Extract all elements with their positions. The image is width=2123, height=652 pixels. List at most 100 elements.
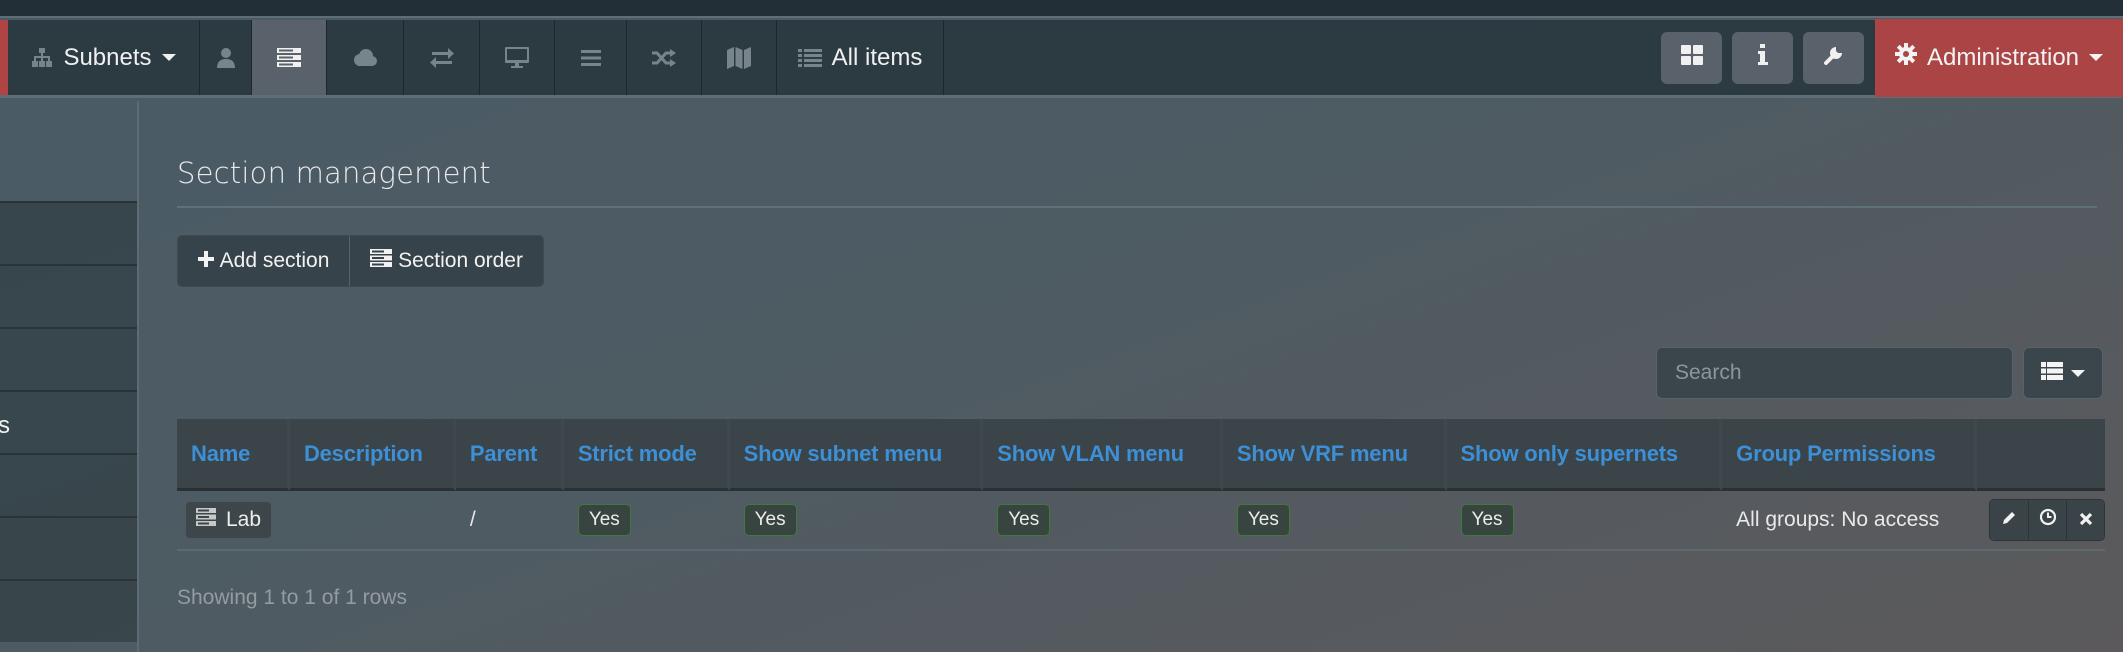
nav-right-tools: Administration [1661, 18, 2123, 97]
sidebar-header [0, 101, 137, 201]
status-badge: Yes [997, 504, 1051, 536]
clock-icon [2039, 508, 2057, 532]
server-icon [370, 249, 393, 273]
pagination-info: Showing 1 to 1 of 1 rows [177, 586, 407, 609]
main-content: Section management Add section Section o… [177, 101, 2105, 609]
info-icon [1757, 44, 1769, 71]
sidebar-item-label: s [0, 412, 10, 439]
cell-strict-mode: Yes [563, 491, 730, 551]
section-name-label: Lab [226, 508, 262, 531]
gear-icon [1894, 43, 1917, 72]
search-input[interactable] [1656, 347, 2013, 399]
server-icon [196, 508, 216, 532]
cloud-icon [352, 48, 378, 68]
status-badge: Yes [743, 504, 797, 536]
history-button[interactable] [2028, 500, 2066, 540]
exchange-icon [429, 47, 454, 68]
tools-button[interactable] [1803, 31, 1864, 84]
close-icon [2079, 508, 2093, 532]
chevron-down-icon [161, 54, 176, 61]
desktop-icon [505, 46, 529, 69]
server-icon [277, 47, 301, 68]
columns-toggle-button[interactable] [2023, 347, 2103, 399]
sidebar-item[interactable] [0, 453, 137, 516]
cell-parent: / [455, 491, 564, 551]
plus-icon [197, 249, 214, 273]
title-divider [177, 206, 2097, 208]
column-header-group-permissions[interactable]: Group Permissions [1722, 419, 1977, 491]
column-header-strict-mode[interactable]: Strict mode [563, 419, 730, 491]
chevron-down-icon [2089, 54, 2104, 61]
sidebar-item[interactable] [0, 201, 137, 264]
nav-all-items-label: All items [831, 43, 923, 71]
nav-sections[interactable] [252, 20, 327, 95]
column-header-show-vrf-menu[interactable]: Show VRF menu [1222, 419, 1447, 491]
sidebar-item[interactable] [0, 516, 137, 579]
column-header-show-vlan-menu[interactable]: Show VLAN menu [983, 419, 1223, 491]
sidebar-item[interactable]: s [0, 390, 137, 453]
cell-show-only-supernets: Yes [1446, 491, 1723, 551]
sidebar-item[interactable] [0, 264, 137, 327]
nav-subnets-dropdown[interactable]: Subnets [8, 20, 200, 95]
cell-show-vlan-menu: Yes [983, 491, 1223, 551]
info-button[interactable] [1732, 31, 1793, 84]
row-actions [1989, 499, 2105, 541]
column-header-show-subnet-menu[interactable]: Show subnet menu [729, 419, 984, 491]
column-header-parent[interactable]: Parent [455, 419, 564, 491]
cell-show-subnet-menu: Yes [729, 491, 984, 551]
user-icon [216, 47, 236, 69]
column-header-actions [1977, 419, 2105, 491]
status-badge: Yes [577, 504, 631, 536]
delete-button[interactable] [2066, 500, 2104, 540]
map-icon [727, 46, 751, 69]
section-actions: Add section Section order [177, 235, 544, 287]
sections-table: Name Description Parent Strict mode Show… [177, 419, 2105, 551]
administration-label: Administration [1926, 43, 2080, 71]
nav-cloud[interactable] [327, 20, 404, 95]
administration-dropdown[interactable]: Administration [1875, 18, 2123, 97]
nav-subnets-label: Subnets [63, 43, 152, 71]
section-order-label: Section order [398, 249, 523, 272]
admin-sidebar: s [0, 101, 139, 652]
add-section-label: Add section [219, 249, 330, 272]
page-title: Section management [177, 156, 491, 190]
pencil-icon [2001, 508, 2017, 532]
table-toolbar [1656, 347, 2103, 399]
cell-show-vrf-menu: Yes [1222, 491, 1447, 551]
wrench-icon [1823, 44, 1845, 71]
random-icon [652, 48, 676, 68]
column-header-name[interactable]: Name [177, 419, 290, 491]
dashboard-button[interactable] [1661, 31, 1722, 84]
column-header-show-only-supernets[interactable]: Show only supernets [1446, 419, 1723, 491]
cell-actions [1977, 491, 2105, 551]
nav-devices[interactable] [480, 20, 555, 95]
edit-button[interactable] [1990, 500, 2028, 540]
dashboard-icon [1680, 45, 1703, 70]
table-row: Lab / Yes Yes Yes Yes Yes All groups: No… [177, 491, 2105, 551]
section-name-button[interactable]: Lab [185, 501, 273, 539]
nav-random[interactable] [627, 20, 702, 95]
chevron-down-icon [2071, 369, 2085, 377]
nav-map[interactable] [702, 20, 777, 95]
nav-all-items[interactable]: All items [777, 20, 944, 95]
status-badge: Yes [1236, 504, 1290, 536]
table-header-row: Name Description Parent Strict mode Show… [177, 419, 2105, 491]
column-header-description[interactable]: Description [289, 419, 456, 491]
cell-group-permissions: All groups: No access [1722, 491, 1977, 551]
sitemap-icon [31, 47, 53, 69]
nav-users[interactable] [200, 20, 252, 95]
status-badge: Yes [1460, 504, 1514, 536]
cell-description [289, 491, 456, 551]
bars-icon [580, 49, 601, 67]
cell-name: Lab [177, 491, 290, 551]
nav-list[interactable] [555, 20, 627, 95]
add-section-button[interactable]: Add section [178, 236, 350, 286]
nav-exchange[interactable] [404, 20, 480, 95]
main-navbar: Subnets All items Administration [0, 18, 2123, 98]
top-strip [0, 0, 2123, 18]
sidebar-item[interactable] [0, 327, 137, 390]
sidebar-item[interactable] [0, 579, 137, 642]
section-order-button[interactable]: Section order [349, 236, 543, 286]
list-icon [797, 48, 822, 68]
nav-accent-bar [0, 20, 8, 95]
